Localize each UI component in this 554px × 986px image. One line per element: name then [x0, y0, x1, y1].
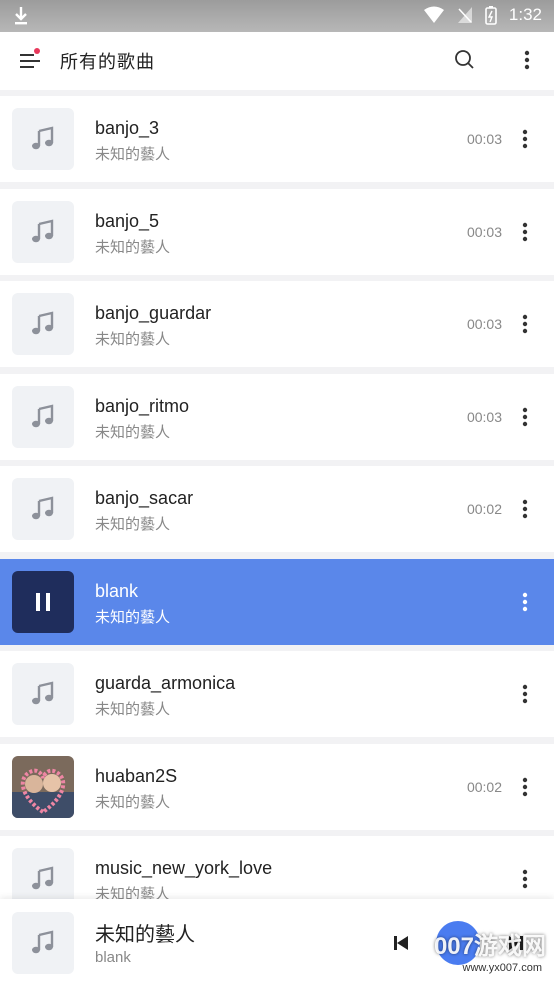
song-more-icon[interactable] — [522, 499, 528, 519]
song-more-icon[interactable] — [522, 407, 528, 427]
song-artist: 未知的藝人 — [95, 238, 171, 256]
album-photo — [12, 755, 74, 818]
song-row[interactable]: banjo_guardar 未知的藝人 00:03 — [0, 281, 554, 367]
music-note-icon — [32, 681, 54, 705]
song-title: huaban2S — [95, 765, 178, 786]
song-title: blank — [95, 580, 139, 601]
song-duration: 00:02 — [466, 778, 502, 795]
song-title: music_new_york_love — [95, 858, 273, 878]
song-artwork — [12, 108, 74, 170]
song-artwork — [12, 293, 74, 355]
search-icon[interactable] — [454, 49, 476, 71]
song-title: banjo_ritmo — [95, 395, 190, 416]
song-row[interactable]: banjo_3 未知的藝人 00:03 — [0, 96, 554, 182]
song-artist: 未知的藝人 — [95, 516, 171, 533]
song-row[interactable]: guarda_armonica 未知的藝人 — [0, 651, 554, 737]
song-more-icon[interactable] — [522, 777, 528, 797]
song-artist: 未知的藝人 — [95, 608, 171, 626]
wifi-icon — [423, 6, 444, 23]
song-artist: 未知的藝人 — [95, 701, 171, 718]
music-note-icon — [32, 126, 54, 150]
song-duration: 00:03 — [466, 223, 502, 240]
song-more-icon[interactable] — [522, 684, 528, 704]
more-options-icon[interactable] — [524, 50, 530, 70]
song-title: banjo_guardar — [95, 303, 212, 323]
music-note-icon — [32, 403, 54, 427]
notification-badge — [34, 48, 40, 54]
app-toolbar: 所有的歌曲 — [0, 32, 554, 90]
song-row[interactable]: banjo_ritmo 未知的藝人 00:03 — [0, 373, 554, 460]
music-note-icon — [32, 866, 54, 890]
song-row[interactable]: huaban2S 未知的藝人 00:02 — [0, 743, 554, 830]
player-subtitle: blank — [95, 949, 131, 966]
pause-icon[interactable] — [34, 592, 52, 612]
song-artwork — [12, 385, 74, 448]
music-note-icon — [32, 930, 54, 954]
song-artwork — [12, 663, 74, 725]
song-row[interactable]: banjo_sacar 未知的藝人 00:02 — [0, 466, 554, 552]
song-artist: 未知的藝人 — [95, 146, 171, 163]
download-icon — [15, 7, 27, 25]
song-title: banjo_sacar — [95, 488, 194, 508]
song-more-icon[interactable] — [522, 222, 528, 242]
song-artist: 未知的藝人 — [95, 331, 171, 348]
song-more-icon[interactable] — [522, 314, 528, 334]
song-more-icon[interactable] — [522, 592, 528, 612]
status-bar: 1:32 — [0, 0, 554, 32]
previous-track-icon[interactable] — [393, 935, 409, 951]
watermark-url: www.yx007.com — [462, 962, 542, 974]
song-row[interactable]: banjo_5 未知的藝人 00:03 — [0, 188, 554, 275]
song-row[interactable]: blank 未知的藝人 — [0, 558, 554, 645]
watermark-brand: 007游戏网 — [433, 933, 546, 960]
no-signal-icon — [457, 7, 472, 23]
song-list: banjo_3 未知的藝人 00:03 banjo_5 未知的藝人 00:03 … — [0, 96, 554, 929]
battery-icon — [485, 6, 497, 25]
song-title: banjo_5 — [95, 210, 160, 231]
page-title: 所有的歌曲 — [60, 52, 155, 72]
song-duration: 00:03 — [466, 131, 502, 147]
menu-button[interactable] — [18, 48, 46, 74]
player-title: 未知的藝人 — [95, 924, 195, 946]
song-artist: 未知的藝人 — [95, 793, 171, 811]
player-artwork — [12, 912, 74, 974]
song-more-icon[interactable] — [522, 129, 528, 149]
song-more-icon[interactable] — [522, 869, 528, 889]
song-artwork — [12, 200, 74, 263]
song-title: guarda_armonica — [95, 673, 236, 693]
song-duration: 00:02 — [466, 501, 502, 517]
song-duration: 00:03 — [466, 408, 502, 425]
music-note-icon — [32, 311, 54, 335]
song-artwork — [12, 755, 74, 818]
song-artwork — [12, 478, 74, 540]
song-artist: 未知的藝人 — [95, 423, 171, 441]
status-time: 1:32 — [508, 5, 542, 24]
song-duration: 00:03 — [466, 316, 502, 332]
music-note-icon — [32, 496, 54, 520]
music-note-icon — [32, 218, 54, 242]
song-title: banjo_3 — [95, 118, 160, 138]
song-artwork — [12, 570, 74, 633]
